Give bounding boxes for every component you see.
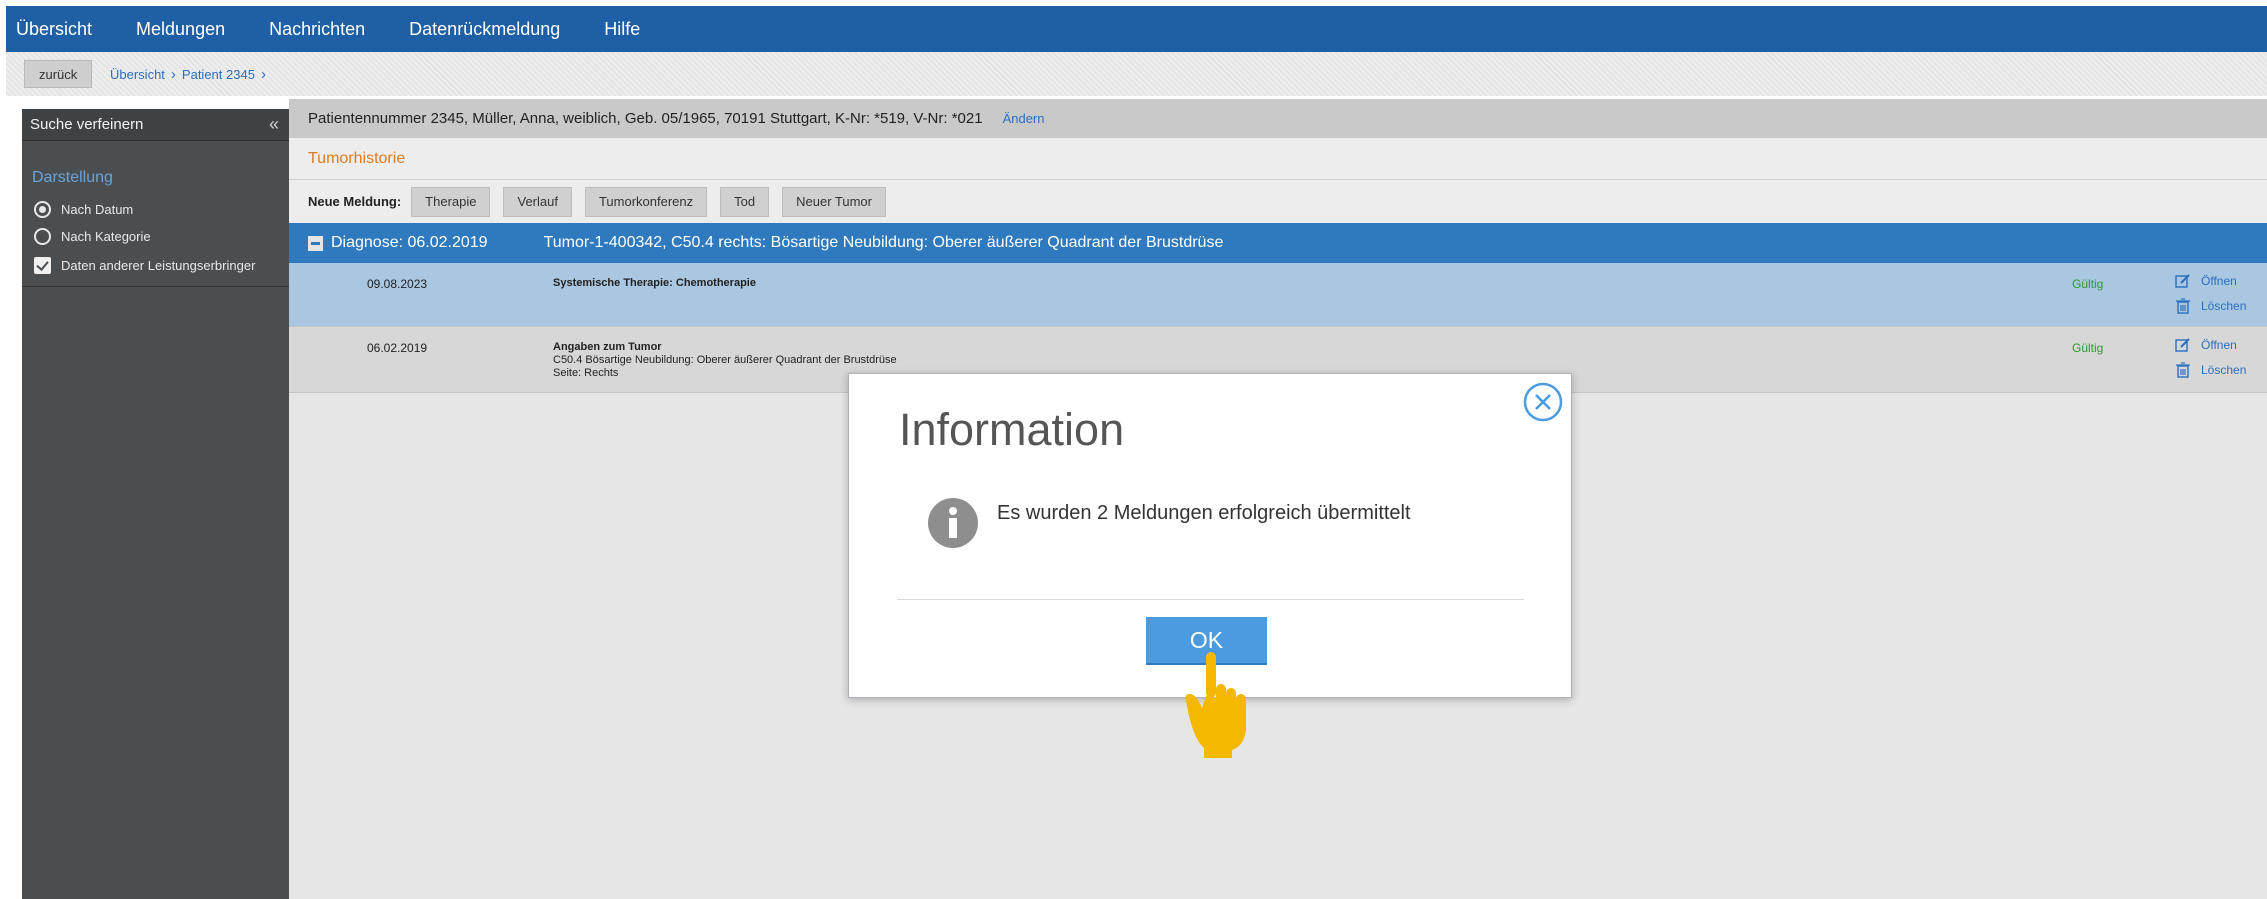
therapie-button[interactable]: Therapie bbox=[411, 186, 491, 217]
new-message-toolbar: Neue Meldung: Therapie Verlauf Tumorkonf… bbox=[289, 180, 2267, 223]
checkbox-checked-icon[interactable] bbox=[34, 257, 51, 274]
top-navigation: Übersicht Meldungen Nachrichten Datenrüc… bbox=[6, 6, 2267, 52]
open-label: Öffnen bbox=[2201, 338, 2237, 352]
open-button[interactable]: Öffnen bbox=[2175, 273, 2237, 289]
radio-label: Nach Kategorie bbox=[61, 229, 151, 244]
neuer-tumor-button[interactable]: Neuer Tumor bbox=[782, 186, 886, 217]
radio-label: Nach Datum bbox=[61, 202, 134, 217]
section-title-darstellung: Darstellung bbox=[32, 169, 113, 186]
radio-nach-datum[interactable]: Nach Datum bbox=[34, 201, 289, 218]
delete-label: Löschen bbox=[2201, 363, 2247, 377]
nav-hilfe[interactable]: Hilfe bbox=[604, 19, 640, 40]
status-badge: Gültig bbox=[2072, 341, 2104, 355]
dialog-title: Information bbox=[899, 404, 1125, 455]
breadcrumb-item-uebersicht[interactable]: Übersicht bbox=[110, 67, 165, 82]
radio-unselected-icon[interactable] bbox=[34, 228, 51, 245]
back-button[interactable]: zurück bbox=[24, 60, 93, 88]
dialog-message: Es wurden 2 Meldungen erfolgreich übermi… bbox=[997, 502, 1411, 524]
trash-icon bbox=[2176, 298, 2190, 314]
dialog-divider bbox=[897, 599, 1524, 600]
row-detail: Seite: Rechts bbox=[553, 367, 619, 379]
diagnosis-date: Diagnose: 06.02.2019 bbox=[331, 234, 488, 251]
checkbox-label: Daten anderer Leistungserbringer bbox=[61, 258, 256, 273]
chevron-right-icon: › bbox=[170, 66, 176, 83]
diagnosis-description: Tumor-1-400342, C50.4 rechts: Bösartige … bbox=[543, 234, 1224, 251]
row-date: 09.08.2023 bbox=[367, 277, 428, 291]
radio-selected-icon[interactable] bbox=[34, 201, 51, 218]
checkbox-andere-leistungserbringer[interactable]: Daten anderer Leistungserbringer bbox=[34, 257, 289, 274]
row-title: Angaben zum Tumor bbox=[553, 341, 662, 353]
nav-meldungen[interactable]: Meldungen bbox=[136, 19, 225, 40]
double-chevron-left-icon[interactable]: « bbox=[269, 114, 279, 135]
row-description: Systemische Therapie: Chemotherapie bbox=[553, 277, 756, 290]
delete-label: Löschen bbox=[2201, 299, 2247, 313]
edit-patient-link[interactable]: Ändern bbox=[1003, 111, 1045, 126]
breadcrumb: Übersicht › Patient 2345 › bbox=[110, 66, 272, 83]
patient-info: Patientennummer 2345, Müller, Anna, weib… bbox=[308, 110, 983, 127]
tod-button[interactable]: Tod bbox=[720, 186, 770, 217]
nav-datenrueckmeldung[interactable]: Datenrückmeldung bbox=[409, 19, 560, 40]
nav-nachrichten[interactable]: Nachrichten bbox=[269, 19, 365, 40]
open-button[interactable]: Öffnen bbox=[2175, 337, 2237, 353]
row-title: Systemische Therapie: Chemotherapie bbox=[553, 277, 756, 289]
edit-icon bbox=[2175, 274, 2190, 288]
close-icon[interactable] bbox=[1522, 381, 1564, 423]
row-description: Angaben zum Tumor C50.4 Bösartige Neubil… bbox=[553, 341, 897, 380]
patient-info-bar: Patientennummer 2345, Müller, Anna, weib… bbox=[289, 99, 2267, 138]
page-title: Tumorhistorie bbox=[289, 138, 2267, 180]
row-detail: C50.4 Bösartige Neubildung: Oberer äußer… bbox=[553, 354, 897, 366]
tumorkonferenz-button[interactable]: Tumorkonferenz bbox=[584, 186, 708, 217]
verlauf-button[interactable]: Verlauf bbox=[503, 186, 572, 217]
nav-uebersicht[interactable]: Übersicht bbox=[16, 19, 92, 40]
status-badge: Gültig bbox=[2072, 277, 2104, 291]
table-row[interactable]: 09.08.2023 Systemische Therapie: Chemoth… bbox=[289, 263, 2267, 327]
info-icon bbox=[928, 498, 978, 548]
sidebar-divider bbox=[22, 286, 289, 287]
hand-cursor-icon bbox=[1185, 652, 1246, 758]
open-label: Öffnen bbox=[2201, 274, 2237, 288]
edit-icon bbox=[2175, 338, 2190, 352]
radio-nach-kategorie[interactable]: Nach Kategorie bbox=[34, 228, 289, 245]
sidebar: Suche verfeinern « Darstellung Nach Datu… bbox=[22, 109, 289, 899]
row-date: 06.02.2019 bbox=[367, 341, 428, 355]
delete-button[interactable]: Löschen bbox=[2175, 362, 2246, 378]
diagnosis-header[interactable]: Diagnose: 06.02.2019 Tumor-1-400342, C50… bbox=[289, 223, 2267, 263]
collapse-minus-icon[interactable] bbox=[308, 235, 323, 251]
breadcrumb-item-patient[interactable]: Patient 2345 bbox=[182, 67, 255, 82]
sidebar-header: Suche verfeinern « bbox=[22, 109, 289, 141]
sidebar-title: Suche verfeinern bbox=[30, 116, 144, 133]
breadcrumb-bar: zurück Übersicht › Patient 2345 › bbox=[6, 52, 2267, 96]
app-window: Übersicht Meldungen Nachrichten Datenrüc… bbox=[0, 0, 2267, 899]
chevron-right-icon: › bbox=[260, 66, 266, 83]
trash-icon bbox=[2176, 362, 2190, 378]
new-message-label: Neue Meldung: bbox=[308, 194, 402, 209]
delete-button[interactable]: Löschen bbox=[2175, 298, 2246, 314]
